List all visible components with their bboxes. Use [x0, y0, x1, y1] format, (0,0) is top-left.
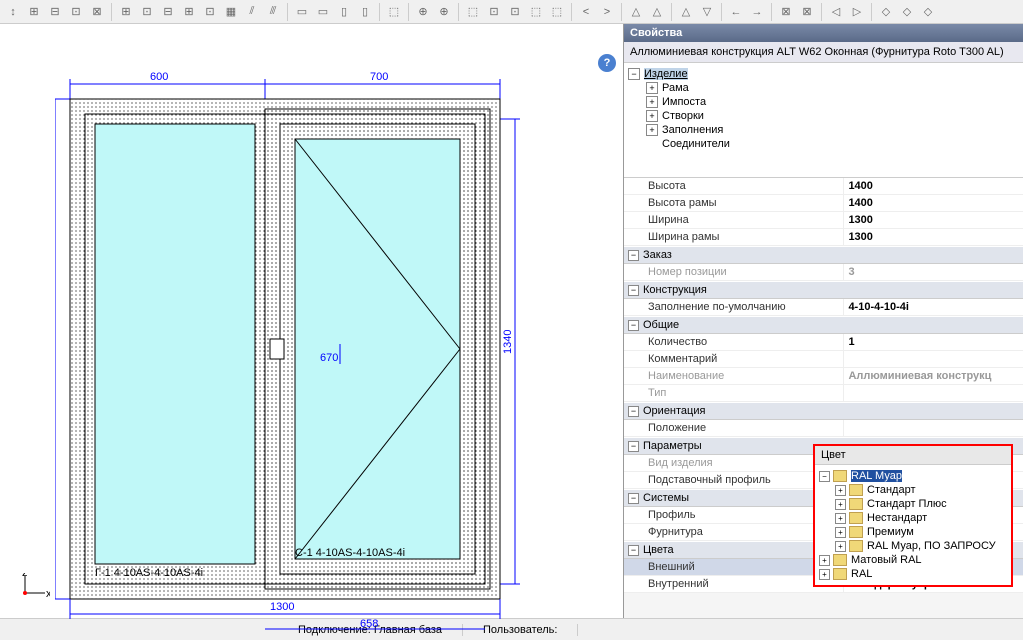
- tool-btn[interactable]: ⊡: [485, 3, 503, 21]
- tool-btn[interactable]: △: [677, 3, 695, 21]
- tool-btn[interactable]: ⊠: [798, 3, 816, 21]
- tool-btn[interactable]: ⊞: [117, 3, 135, 21]
- main-toolbar: ↕ ⊞ ⊟ ⊡ ⊠ ⊞ ⊡ ⊟ ⊞ ⊡ ▦ ⫽ ⫻ ▭ ▭ ▯ ▯ ⬚ ⊕ ⊕ …: [0, 0, 1023, 24]
- tool-btn[interactable]: ▦: [222, 3, 240, 21]
- svg-text:x: x: [46, 588, 50, 600]
- tool-btn[interactable]: ⊕: [414, 3, 432, 21]
- next-btn[interactable]: >: [598, 3, 616, 21]
- tool-btn[interactable]: ▯: [356, 3, 374, 21]
- color-sibling[interactable]: +RAL: [819, 567, 1007, 581]
- color-sibling[interactable]: +Матовый RAL: [819, 553, 1007, 567]
- pane-label-right: С-1 4-10AS-4-10AS-4i: [295, 547, 405, 559]
- tool-btn[interactable]: ▷: [848, 3, 866, 21]
- tool-btn[interactable]: ⬚: [464, 3, 482, 21]
- tool-btn[interactable]: △: [648, 3, 666, 21]
- section-construction[interactable]: −Конструкция: [624, 281, 1023, 299]
- tool-btn[interactable]: ◇: [877, 3, 895, 21]
- prev-btn[interactable]: <: [577, 3, 595, 21]
- tool-btn[interactable]: ↕: [4, 3, 22, 21]
- tool-btn[interactable]: ▽: [698, 3, 716, 21]
- dim-bottom2: 658: [360, 618, 378, 630]
- panel-description: Аллюминиевая конструкция ALT W62 Оконная…: [624, 42, 1023, 63]
- tool-btn[interactable]: ⊡: [138, 3, 156, 21]
- dim-top-left: 600: [150, 71, 168, 83]
- section-common[interactable]: −Общие: [624, 316, 1023, 334]
- tool-btn[interactable]: ⊡: [67, 3, 85, 21]
- color-item[interactable]: +RAL Муар, ПО ЗАПРОСУ: [819, 539, 1007, 553]
- color-root[interactable]: −RAL Муар: [819, 469, 1007, 483]
- tool-btn[interactable]: ⊠: [777, 3, 795, 21]
- tool-btn[interactable]: ⫻: [264, 3, 282, 21]
- color-item[interactable]: +Нестандарт: [819, 511, 1007, 525]
- tool-btn[interactable]: ⊞: [180, 3, 198, 21]
- tool-btn[interactable]: ⊟: [159, 3, 177, 21]
- tool-btn[interactable]: △: [627, 3, 645, 21]
- tool-btn[interactable]: ⊡: [506, 3, 524, 21]
- tool-btn[interactable]: ▭: [314, 3, 332, 21]
- dim-handle: 670: [320, 352, 338, 364]
- svg-text:z: z: [22, 573, 28, 579]
- dim-top-right: 700: [370, 71, 388, 83]
- tool-btn[interactable]: ⬚: [548, 3, 566, 21]
- tree-root[interactable]: −Изделие: [628, 67, 1019, 81]
- popup-title: Цвет: [815, 446, 1011, 465]
- product-tree[interactable]: −Изделие +Рама +Импоста +Створки +Заполн…: [624, 63, 1023, 178]
- tool-btn[interactable]: ⊡: [201, 3, 219, 21]
- tool-btn[interactable]: ▯: [335, 3, 353, 21]
- tool-btn[interactable]: ⊞: [25, 3, 43, 21]
- pane-label-left: Г-1 4-10AS-4-10AS-4i: [95, 567, 203, 579]
- tool-btn[interactable]: ◁: [827, 3, 845, 21]
- tree-item[interactable]: +Заполнения: [628, 123, 1019, 137]
- tool-btn[interactable]: ⬚: [385, 3, 403, 21]
- section-order[interactable]: −Заказ: [624, 246, 1023, 264]
- color-picker-popup[interactable]: Цвет −RAL Муар +Стандарт +Стандарт Плюс …: [813, 444, 1013, 587]
- tree-item[interactable]: +Рама: [628, 81, 1019, 95]
- panel-title: Свойства: [624, 24, 1023, 42]
- drawing-canvas[interactable]: ? 600 700 1400 1340: [0, 24, 623, 618]
- tree-item[interactable]: +Импоста: [628, 95, 1019, 109]
- color-item[interactable]: +Стандарт Плюс: [819, 497, 1007, 511]
- tool-btn[interactable]: ▭: [293, 3, 311, 21]
- tree-item[interactable]: +Створки: [628, 109, 1019, 123]
- tool-btn[interactable]: ⊟: [46, 3, 64, 21]
- tool-btn[interactable]: ◇: [898, 3, 916, 21]
- tool-btn[interactable]: ⊠: [88, 3, 106, 21]
- tool-btn[interactable]: ⊕: [435, 3, 453, 21]
- window-drawing: 600 700 1400 1340 670: [55, 54, 595, 634]
- dim-bottom: 1300: [270, 601, 294, 613]
- dim-right: 1340: [502, 330, 514, 354]
- section-orientation[interactable]: −Ориентация: [624, 402, 1023, 420]
- tool-btn[interactable]: ◇: [919, 3, 937, 21]
- tool-btn[interactable]: ⬚: [527, 3, 545, 21]
- right-arrow-icon[interactable]: →: [748, 3, 766, 21]
- tool-btn[interactable]: ⫽: [243, 3, 261, 21]
- axis-icon: x z: [20, 573, 50, 603]
- left-arrow-icon[interactable]: ←: [727, 3, 745, 21]
- color-item[interactable]: +Стандарт: [819, 483, 1007, 497]
- help-icon[interactable]: ?: [598, 54, 616, 72]
- color-item[interactable]: +Премиум: [819, 525, 1007, 539]
- tree-item[interactable]: Соединители: [628, 137, 1019, 151]
